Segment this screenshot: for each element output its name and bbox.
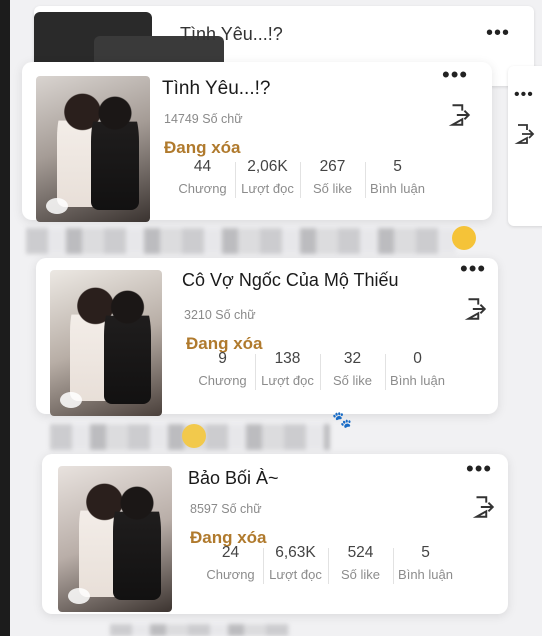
more-dots-icon[interactable]: •••	[486, 22, 510, 45]
stat-value: 138	[274, 350, 301, 367]
stat-value: 32	[343, 350, 362, 367]
more-dots-icon[interactable]: •••	[442, 64, 468, 86]
exit-door-icon[interactable]	[462, 296, 488, 322]
stats-row: 9 Chương 138 Lượt đọc 32 Số like 0 Bình …	[190, 350, 450, 390]
stats-row: 24 Chương 6,63K Lượt đọc 524 Số like 5 B…	[198, 544, 458, 584]
stat-chapters: 24 Chương	[198, 544, 263, 582]
more-dots-icon[interactable]: •••	[466, 458, 492, 480]
badge-icon	[60, 392, 82, 408]
stat-reads: 2,06K Lượt đọc	[235, 158, 300, 198]
badge-icon	[46, 198, 68, 214]
word-count: 8597 Số chữ	[190, 502, 262, 516]
exit-door-icon[interactable]	[470, 494, 496, 520]
story-card[interactable]: Tình Yêu...!? 14749 Số chữ Đang xóa ••• …	[22, 62, 492, 222]
emoji-sticker	[452, 226, 476, 250]
stats-row: 44 Chương 2,06K Lượt đọc 267 Số like 5 B…	[170, 158, 430, 198]
stat-chapters: 9 Chương	[190, 350, 255, 388]
emoji-sticker	[182, 424, 206, 448]
cover-figure	[103, 290, 151, 405]
badge-icon	[68, 588, 90, 604]
story-title[interactable]: Bảo Bối À~	[188, 468, 279, 489]
stat-label: Bình luận	[398, 567, 453, 582]
stat-label: Lượt đọc	[269, 567, 322, 582]
blurred-strip	[110, 624, 290, 636]
story-title[interactable]: Cô Vợ Ngốc Của Mộ Thiếu	[182, 270, 399, 291]
stat-label: Số like	[312, 181, 353, 196]
story-cover[interactable]	[36, 76, 150, 222]
stat-reads: 138 Lượt đọc	[255, 350, 320, 390]
story-title[interactable]: Tình Yêu...!?	[162, 78, 270, 100]
stat-value: 6,63K	[275, 544, 316, 561]
stat-chapters: 44 Chương	[170, 158, 235, 196]
stat-label: Bình luận	[370, 181, 425, 196]
stat-comments: 5 Bình luận	[365, 158, 430, 198]
more-dots-icon[interactable]: •••	[514, 86, 534, 104]
stat-label: Số like	[340, 567, 381, 582]
background-card-right: •••	[508, 66, 542, 226]
paw-icon: 🐾	[332, 412, 352, 429]
stat-value: 267	[319, 158, 346, 175]
stat-value: 9	[218, 350, 227, 367]
stat-value: 5	[421, 544, 430, 561]
stat-label: Chương	[206, 567, 255, 582]
word-count: 14749 Số chữ	[164, 112, 243, 126]
blurred-strip	[26, 228, 456, 254]
stat-likes: 32 Số like	[320, 350, 385, 390]
stat-likes: 267 Số like	[300, 158, 365, 198]
more-dots-icon[interactable]: •••	[460, 258, 486, 280]
stat-likes: 524 Số like	[328, 544, 393, 584]
stat-label: Bình luận	[390, 373, 445, 388]
stat-label: Chương	[198, 373, 247, 388]
stat-value: 2,06K	[247, 158, 288, 175]
stat-label: Chương	[178, 181, 227, 196]
stat-value: 24	[221, 544, 240, 561]
stat-value: 44	[193, 158, 212, 175]
stat-value: 0	[413, 350, 422, 367]
story-cover[interactable]	[58, 466, 172, 612]
screenshot-collage: Tình Yêu...!? ••• ••• Tình Yêu...!? 1474…	[10, 0, 542, 636]
stat-label: Lượt đọc	[241, 181, 294, 196]
cover-figure	[90, 96, 139, 211]
stat-comments: 0 Bình luận	[385, 350, 450, 390]
stat-comments: 5 Bình luận	[393, 544, 458, 584]
stat-label: Số like	[332, 373, 373, 388]
story-cover[interactable]	[50, 270, 162, 416]
exit-door-icon[interactable]	[446, 102, 472, 128]
background-title: Tình Yêu...!?	[180, 24, 283, 44]
cover-figure	[112, 486, 161, 601]
story-card[interactable]: Cô Vợ Ngốc Của Mộ Thiếu 3210 Số chữ Đang…	[36, 258, 498, 416]
status-label: Đang xóa	[164, 138, 241, 157]
story-card[interactable]: Bảo Bối À~ 8597 Số chữ Đang xóa ••• 24 C…	[42, 454, 508, 614]
stat-value: 5	[393, 158, 402, 175]
exit-door-icon[interactable]	[512, 122, 536, 146]
stat-value: 524	[347, 544, 374, 561]
word-count: 3210 Số chữ	[184, 308, 256, 322]
stat-label: Lượt đọc	[261, 373, 314, 388]
stat-reads: 6,63K Lượt đọc	[263, 544, 328, 584]
